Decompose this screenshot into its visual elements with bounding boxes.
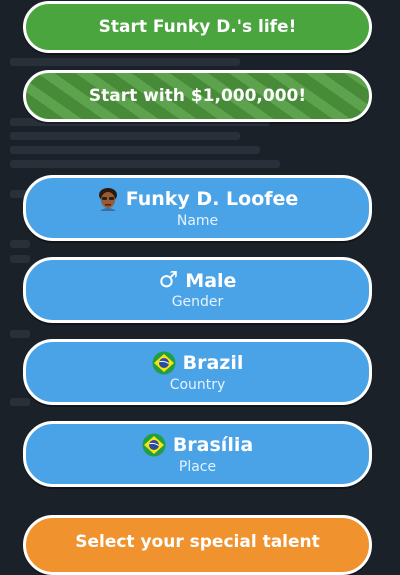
select-talent-label: Select your special talent xyxy=(75,532,320,552)
gender-value: Male xyxy=(185,270,237,292)
place-value: Brasília xyxy=(172,434,254,456)
country-button[interactable]: Brazil Country xyxy=(23,339,372,405)
avatar-icon xyxy=(98,188,117,211)
country-label: Country xyxy=(169,377,226,393)
start-with-million-label: Start with $1,000,000! xyxy=(88,86,307,106)
brazil-flag-icon xyxy=(142,433,166,457)
place-button[interactable]: Brasília Place xyxy=(23,421,372,487)
name-button[interactable]: Funky D. Loofee Name xyxy=(23,175,372,241)
place-label: Place xyxy=(178,459,217,475)
name-label: Name xyxy=(176,213,219,229)
name-value: Funky D. Loofee xyxy=(125,188,299,210)
select-talent-button[interactable]: Select your special talent xyxy=(23,515,372,575)
gender-label: Gender xyxy=(171,294,224,310)
brazil-flag-icon xyxy=(152,351,176,375)
start-with-million-button[interactable]: Start with $1,000,000! xyxy=(23,70,372,122)
start-life-button[interactable]: Start Funky D.'s life! xyxy=(23,1,372,53)
country-value: Brazil xyxy=(182,352,244,374)
start-life-label: Start Funky D.'s life! xyxy=(98,17,297,37)
male-symbol-icon: ♂ xyxy=(158,268,179,293)
gender-button[interactable]: ♂ Male Gender xyxy=(23,257,372,323)
